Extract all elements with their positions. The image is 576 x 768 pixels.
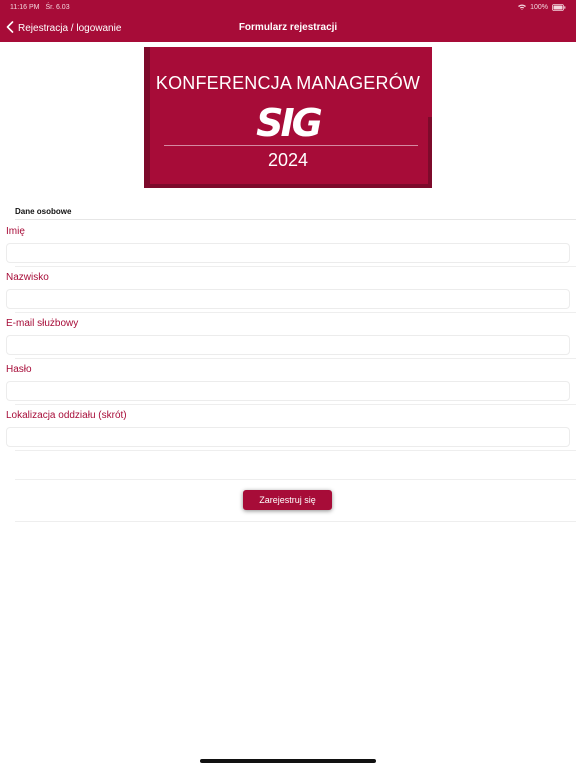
navigation-bar: Rejestracja / logowanie Formularz rejest… — [0, 14, 576, 42]
status-date: Śr. 6.03 — [45, 3, 70, 11]
back-button-label: Rejestracja / logowanie — [18, 22, 122, 34]
row-divider — [15, 312, 576, 313]
row-divider — [15, 479, 576, 480]
wifi-icon — [518, 4, 527, 10]
banner-title: KONFERENCJA MANAGERÓW — [155, 73, 421, 93]
work-email-input[interactable] — [6, 335, 570, 355]
last-name-input[interactable] — [6, 289, 570, 309]
row-divider — [15, 358, 576, 359]
sig-logo: SIG — [256, 101, 323, 145]
banner-year: 2024 — [267, 150, 309, 170]
password-input[interactable] — [6, 381, 570, 401]
last-name-label: Nazwisko — [6, 272, 49, 283]
password-label: Hasło — [6, 364, 32, 375]
first-name-label: Imię — [6, 226, 25, 237]
branch-location-input[interactable] — [6, 427, 570, 447]
chevron-left-icon — [6, 20, 14, 36]
banner-shade-bottom — [144, 184, 432, 188]
branch-location-label: Lokalizacja oddziału (skrót) — [6, 410, 127, 421]
row-divider — [15, 266, 576, 267]
conference-banner: KONFERENCJA MANAGERÓW SIG 2024 — [144, 47, 432, 188]
home-indicator[interactable] — [200, 759, 376, 763]
register-button[interactable]: Zarejestruj się — [243, 490, 332, 510]
battery-percent: 100% — [530, 3, 548, 11]
row-divider — [15, 521, 576, 522]
status-time: 11:16 PM — [10, 3, 40, 11]
section-divider — [15, 219, 576, 220]
status-right: 100% — [518, 4, 566, 11]
section-header-personal-data: Dane osobowe — [15, 207, 72, 216]
banner-divider — [164, 145, 418, 146]
work-email-label: E-mail służbowy — [6, 318, 79, 329]
status-left: 11:16 PM Śr. 6.03 — [10, 4, 70, 11]
row-divider — [15, 450, 576, 451]
row-divider — [15, 404, 576, 405]
back-button[interactable]: Rejestracja / logowanie — [6, 14, 121, 42]
first-name-input[interactable] — [6, 243, 570, 263]
battery-icon — [552, 3, 566, 11]
status-bar: 11:16 PM Śr. 6.03 100% — [0, 0, 576, 14]
